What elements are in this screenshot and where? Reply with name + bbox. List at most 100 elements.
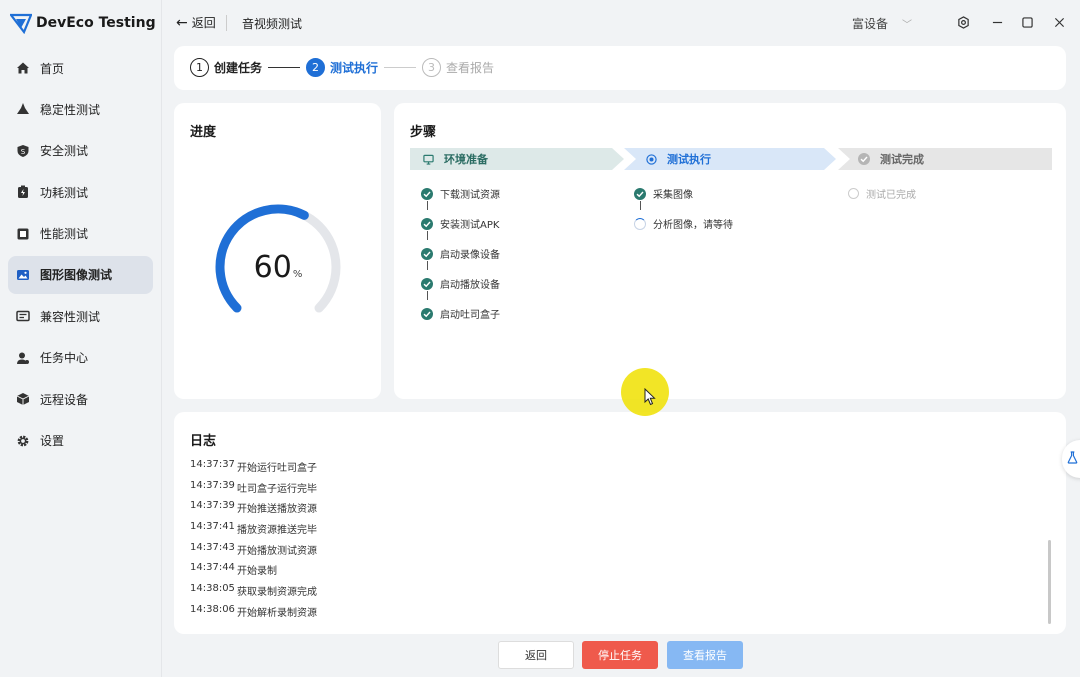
step-item-label: 启动录像设备 xyxy=(440,250,500,261)
sidebar-item-settings[interactable]: 设置 xyxy=(8,422,153,460)
maximize-icon[interactable] xyxy=(1019,14,1035,30)
step-item: 启动录像设备 xyxy=(421,246,500,261)
progress-value: 60 xyxy=(253,249,292,285)
progress-unit: % xyxy=(292,268,303,280)
step-connector xyxy=(268,66,301,69)
monitor-icon xyxy=(422,153,434,165)
battery-icon xyxy=(16,185,30,199)
log-scrollbar[interactable] xyxy=(1048,540,1051,624)
log-message: 开始推送播放资源 xyxy=(237,504,317,516)
steps-title: 步骤 xyxy=(410,125,437,140)
device-select[interactable]: 富设备 ﹀ xyxy=(852,15,912,32)
view-report-button[interactable]: 查看报告 xyxy=(667,641,743,669)
sidebar-item-label: 首页 xyxy=(40,61,65,76)
step-connector xyxy=(639,201,641,210)
remote-device-icon xyxy=(16,392,30,406)
sidebar-item-power[interactable]: 功耗测试 xyxy=(8,173,153,211)
step-item: 下载测试资源 xyxy=(421,186,500,201)
step-item: 分析图像，请等待 xyxy=(634,216,733,231)
shield-icon: S xyxy=(16,144,30,158)
progress-title: 进度 xyxy=(190,125,217,140)
close-icon[interactable] xyxy=(1051,14,1067,30)
step-connector xyxy=(384,66,417,69)
log-time: 14:37:43 xyxy=(190,541,235,553)
mouse-pointer-icon xyxy=(644,388,656,406)
app-logo: DevEco Testing xyxy=(10,12,156,34)
sidebar-item-security[interactable]: S 安全测试 xyxy=(8,132,153,170)
app-name: DevEco Testing xyxy=(36,15,156,31)
sidebar-item-label: 安全测试 xyxy=(40,144,89,159)
log-message: 获取录制资源完成 xyxy=(237,587,317,599)
log-time: 14:37:41 xyxy=(190,521,235,533)
stepper-card: 1 创建任务 2 测试执行 3 查看报告 xyxy=(174,46,1066,90)
step-number: 3 xyxy=(422,58,442,77)
sidebar-item-stability[interactable]: 稳定性测试 xyxy=(8,90,153,128)
step-number: 1 xyxy=(190,58,209,77)
compatibility-icon xyxy=(16,309,30,323)
log-card: 日志 14:37:37 开始运行吐司盒子 14:37:39 吐司盒子运行完毕 14:… xyxy=(174,412,1066,634)
log-entry: 14:37:43 开始播放测试资源 xyxy=(190,542,317,563)
check-icon xyxy=(634,187,646,200)
step-connector xyxy=(426,261,428,270)
log-entry: 14:37:39 开始推送播放资源 xyxy=(190,500,317,521)
gauge-label: 60 % xyxy=(210,199,346,335)
sidebar-item-label: 兼容性测试 xyxy=(40,309,101,324)
step-number: 2 xyxy=(306,58,326,77)
log-message: 开始播放测试资源 xyxy=(237,545,317,557)
title-bar: ← 返回 音视频测试 富设备 ﹀ xyxy=(162,0,1080,44)
log-list: 14:37:37 开始运行吐司盒子 14:37:39 吐司盒子运行完毕 14:37:… xyxy=(190,459,317,625)
stop-task-button[interactable]: 停止任务 xyxy=(582,641,658,669)
stability-icon xyxy=(16,102,30,116)
minimize-icon[interactable] xyxy=(989,14,1005,30)
log-time: 14:38:05 xyxy=(190,583,235,595)
phase-test-exec: 测试执行 xyxy=(645,148,711,170)
title-divider xyxy=(226,15,227,31)
progress-card: 进度 60 % xyxy=(174,103,381,399)
step-item-label: 下载测试资源 xyxy=(440,190,500,201)
step-create-task: 创建任务 xyxy=(214,61,263,75)
log-message: 开始运行吐司盒子 xyxy=(237,463,317,474)
phase-label: 环境准备 xyxy=(444,153,488,166)
log-time: 14:37:44 xyxy=(190,562,235,574)
back-label: 返回 xyxy=(191,16,216,30)
sidebar-item-performance[interactable]: 性能测试 xyxy=(8,215,153,253)
sidebar-item-task-center[interactable]: 任务中心 xyxy=(8,339,153,377)
step-item: 测试已完成 xyxy=(848,186,916,201)
sidebar-item-remote-device[interactable]: 远程设备 xyxy=(8,380,153,418)
device-select-value: 富设备 xyxy=(852,17,889,31)
step-item-label: 测试已完成 xyxy=(866,190,916,201)
step-item-label: 采集图像 xyxy=(653,190,693,201)
back-link[interactable]: ← 返回 xyxy=(176,14,216,31)
log-time: 14:37:39 xyxy=(190,500,235,512)
deveco-logo-icon xyxy=(10,13,32,34)
page-title: 音视频测试 xyxy=(242,17,303,31)
sidebar-item-label: 任务中心 xyxy=(40,351,89,366)
log-time: 14:37:37 xyxy=(190,459,235,470)
phase-label: 测试完成 xyxy=(880,153,924,166)
check-icon xyxy=(421,247,433,260)
image-icon xyxy=(16,268,30,282)
sidebar-item-label: 设置 xyxy=(40,434,65,449)
svg-text:S: S xyxy=(21,148,26,156)
settings-icon[interactable] xyxy=(955,14,971,30)
sidebar-nav: 首页 稳定性测试 S 安全测试 功耗测试 性能测试 图形图像测试 兼容性测试 任 xyxy=(8,49,153,463)
sidebar-item-home[interactable]: 首页 xyxy=(8,49,153,87)
chevron-down-icon: ﹀ xyxy=(902,20,913,31)
step-item: 启动播放设备 xyxy=(421,276,500,291)
log-entry: 14:38:06 开始解析录制资源 xyxy=(190,604,317,625)
check-icon xyxy=(421,187,433,200)
check-icon xyxy=(421,277,433,290)
sidebar-item-graphics[interactable]: 图形图像测试 xyxy=(8,255,153,294)
performance-icon xyxy=(16,227,30,241)
sidebar-item-compatibility[interactable]: 兼容性测试 xyxy=(8,297,153,335)
back-button[interactable]: 返回 xyxy=(498,641,574,669)
step-item-label: 启动吐司盒子 xyxy=(440,310,500,321)
check-icon xyxy=(421,307,433,320)
step-item: 启动吐司盒子 xyxy=(421,306,500,321)
log-time: 14:38:06 xyxy=(190,603,235,615)
log-message: 吐司盒子运行完毕 xyxy=(237,483,317,495)
sidebar: DevEco Testing 首页 稳定性测试 S 安全测试 功耗测试 性能测试… xyxy=(0,0,162,677)
pending-circle-icon xyxy=(848,188,859,199)
task-center-icon xyxy=(16,351,30,365)
log-entry: 14:37:44 开始录制 xyxy=(190,562,317,583)
